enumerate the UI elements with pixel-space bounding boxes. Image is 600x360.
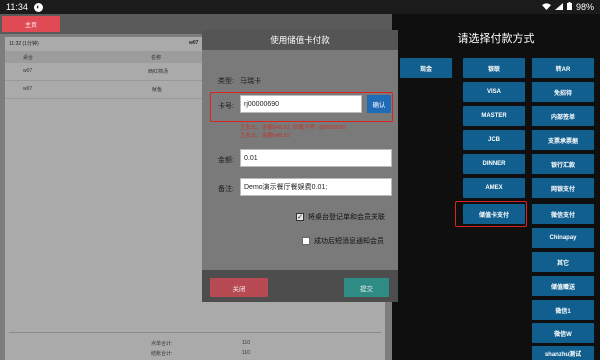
row-table: w07 xyxy=(23,68,33,74)
summary-value: 110 xyxy=(242,340,250,346)
card-info-line2: 王女士，余额549.63 xyxy=(240,133,290,139)
note-label: 备注: xyxy=(218,186,234,193)
pay-stored-gift-button[interactable]: 储值赠送 xyxy=(532,276,594,296)
dialog-body: 类型: 马瑞卡 卡号: rj00000690 确认 王女士，余额549.63, … xyxy=(202,50,398,270)
link-member-checkbox[interactable]: ✓ xyxy=(296,213,304,221)
type-value: 马瑞卡 xyxy=(240,78,261,85)
link-member-label: 将桌台登记单和会员关联 xyxy=(308,214,385,221)
col-name: 名称 xyxy=(151,55,162,61)
battery-icon xyxy=(566,2,572,12)
pay-master-button[interactable]: MASTER xyxy=(463,106,525,126)
receipt-time: 11:32 (1分钟) xyxy=(9,41,39,47)
sms-notify-checkbox[interactable] xyxy=(302,237,310,245)
pay-dinner-button[interactable]: DINNER xyxy=(463,154,525,174)
row-name: 西红柿汤 xyxy=(148,69,169,75)
sms-notify-label: 成功后短消息通知会员 xyxy=(314,238,384,245)
pay-amex-button[interactable]: AMEX xyxy=(463,178,525,198)
stored-card-dialog: 使用储值卡付款 类型: 马瑞卡 卡号: rj00000690 确认 王女士，余额… xyxy=(202,30,398,302)
pay-ar-button[interactable]: 转AR xyxy=(532,58,594,78)
summary-label: 结账合计: xyxy=(151,351,173,357)
summary-label: 点单合计: xyxy=(151,341,173,347)
link-member-checkbox-row[interactable]: ✓ 将桌台登记单和会员关联 xyxy=(296,212,385,222)
pay-internal-bill-button[interactable]: 内部签单 xyxy=(532,106,594,126)
pay-cash-button[interactable]: 现金 xyxy=(400,58,452,78)
status-bar: 11:34 ◐ 98% xyxy=(0,0,600,14)
pay-wechat1-button[interactable]: 微信1 xyxy=(532,300,594,320)
row-name: 鱿鱼 xyxy=(152,87,163,93)
receipt-table: w07 xyxy=(189,40,199,46)
status-right: 98% xyxy=(542,2,594,12)
pay-free-button[interactable]: 免招待 xyxy=(532,82,594,102)
pay-bank-transfer-button[interactable]: 银行汇款 xyxy=(532,154,594,174)
pay-wechatw-button[interactable]: 微信W xyxy=(532,323,594,343)
amount-input[interactable]: 0.01 xyxy=(240,149,392,167)
tab-home[interactable]: 主页 xyxy=(2,16,60,32)
note-input[interactable]: Demo演示餐厅餐娱费0.01; xyxy=(240,178,392,196)
battery-percent: 98% xyxy=(575,2,594,12)
col-table: 桌台 xyxy=(23,55,34,61)
pay-unionpay-button[interactable]: 银联 xyxy=(463,58,525,78)
pay-visa-button[interactable]: VISA xyxy=(463,82,525,102)
close-button[interactable]: 关闭 xyxy=(210,278,268,297)
pay-online-bank-button[interactable]: 网银支付 xyxy=(532,178,594,198)
pay-check-button[interactable]: 支票承票据 xyxy=(532,130,594,150)
summary-value: 110 xyxy=(242,350,250,356)
row-table: w07 xyxy=(23,86,33,92)
pay-chinapay-button[interactable]: Chinapay xyxy=(532,228,594,248)
submit-button[interactable]: 提交 xyxy=(344,278,389,297)
notification-icon: ◐ xyxy=(33,2,43,12)
amount-label: 金额: xyxy=(218,157,234,164)
pay-other-button[interactable]: 其它 xyxy=(532,252,594,272)
type-label: 类型: xyxy=(218,78,234,85)
pay-jcb-button[interactable]: JCB xyxy=(463,130,525,150)
card-number-highlight xyxy=(210,92,393,122)
pay-shanzhu-test-button[interactable]: shanzhu测试 xyxy=(532,346,594,360)
dialog-title: 使用储值卡付款 xyxy=(202,30,398,50)
dialog-footer: 关闭 提交 xyxy=(202,270,398,302)
wifi-icon xyxy=(542,2,551,12)
pay-wechat-button[interactable]: 微信支付 xyxy=(532,204,594,224)
signal-icon xyxy=(554,2,563,12)
card-info-line1: 王女士，余额549.63, 所属卡号: rj00000690 xyxy=(240,125,346,131)
sms-notify-checkbox-row[interactable]: 成功后短消息通知会员 xyxy=(302,236,384,246)
summary-divider xyxy=(9,332,381,333)
payment-panel-title: 请选择付款方式 xyxy=(457,33,535,45)
status-time: 11:34 xyxy=(6,2,28,12)
selected-method-highlight xyxy=(455,201,527,227)
